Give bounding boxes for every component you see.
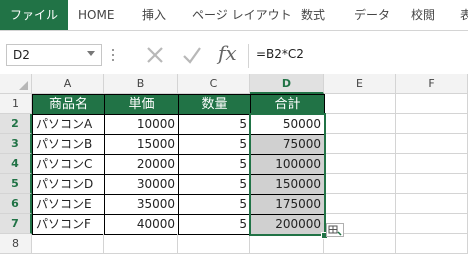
selected-cell[interactable]: 100000 [250, 154, 325, 175]
empty-cell[interactable] [396, 174, 468, 194]
quick-analysis-button[interactable] [326, 223, 344, 237]
empty-cell[interactable] [324, 234, 396, 254]
active-cell-d2[interactable]: 50000 [250, 114, 325, 135]
empty-cell[interactable] [396, 214, 468, 234]
empty-cell[interactable] [324, 94, 396, 114]
column-header-f[interactable]: F [396, 74, 468, 94]
close-icon[interactable] [143, 43, 167, 67]
chevron-down-icon[interactable] [87, 51, 95, 56]
name-box[interactable]: D2 [6, 44, 102, 66]
empty-cell[interactable] [324, 154, 396, 174]
table-cell[interactable]: パソコンF [32, 214, 105, 235]
row-header-5[interactable]: 5 [0, 174, 32, 194]
insert-function-icon[interactable]: fx [218, 41, 237, 65]
selected-cell[interactable]: 175000 [250, 194, 325, 215]
quick-analysis-icon [328, 225, 342, 236]
empty-cell[interactable] [104, 234, 178, 254]
formula-divider [248, 44, 249, 68]
table-cell[interactable]: 5 [178, 214, 251, 235]
empty-cell[interactable] [324, 174, 396, 194]
ribbon-gap [0, 31, 468, 41]
row-header-2[interactable]: 2 [0, 114, 32, 134]
empty-cell[interactable] [396, 114, 468, 134]
tab-insert[interactable]: 挿入 [142, 0, 166, 30]
table-cell[interactable]: 30000 [104, 174, 179, 195]
empty-cell[interactable] [324, 114, 396, 134]
column-header-d[interactable]: D [250, 74, 324, 94]
empty-cell[interactable] [396, 234, 468, 254]
table-cell[interactable]: 20000 [104, 154, 179, 175]
checkmark-icon[interactable] [180, 43, 204, 67]
table-cell[interactable]: 5 [178, 134, 251, 155]
ribbon-tabs: ファイル HOME 挿入 ページ レイアウト 数式 データ 校閲 表 [0, 0, 468, 31]
empty-cell[interactable] [324, 134, 396, 154]
row-header-7[interactable]: 7 [0, 214, 32, 234]
table-cell[interactable]: 10000 [104, 114, 179, 135]
empty-cell[interactable] [396, 134, 468, 154]
tab-page-layout[interactable]: ページ レイアウト [192, 0, 292, 30]
selected-cell[interactable]: 200000 [250, 214, 325, 235]
row-header-4[interactable]: 4 [0, 154, 32, 174]
tab-data[interactable]: データ [354, 0, 390, 30]
table-cell[interactable]: 15000 [104, 134, 179, 155]
tab-view[interactable]: 表 [460, 0, 468, 30]
empty-cell[interactable] [324, 194, 396, 214]
tab-review[interactable]: 校閲 [411, 0, 435, 30]
table-header-total[interactable]: 合計 [250, 94, 325, 115]
row-header-3[interactable]: 3 [0, 134, 32, 154]
column-header-b[interactable]: B [104, 74, 178, 94]
table-cell[interactable]: 5 [178, 154, 251, 175]
table-cell[interactable]: 5 [178, 174, 251, 195]
formula-bar: D2 fx =B2*C2 [0, 41, 468, 71]
table-cell[interactable]: パソコンD [32, 174, 105, 195]
empty-cell[interactable] [32, 234, 104, 254]
empty-cell[interactable] [396, 154, 468, 174]
table-header-product[interactable]: 商品名 [32, 94, 105, 115]
empty-cell[interactable] [250, 234, 324, 254]
empty-cell[interactable] [178, 234, 250, 254]
column-header-a[interactable]: A [32, 74, 104, 94]
row-header-1[interactable]: 1 [0, 94, 32, 114]
table-cell[interactable]: 40000 [104, 214, 179, 235]
table-cell[interactable]: 5 [178, 194, 251, 215]
table-header-quantity[interactable]: 数量 [178, 94, 251, 115]
row-header-8[interactable]: 8 [0, 234, 32, 254]
tab-formulas[interactable]: 数式 [301, 0, 325, 30]
table-cell[interactable]: パソコンC [32, 154, 105, 175]
row-header-6[interactable]: 6 [0, 194, 32, 214]
table-cell[interactable]: 35000 [104, 194, 179, 215]
empty-cell[interactable] [396, 94, 468, 114]
table-cell[interactable]: パソコンB [32, 134, 105, 155]
select-all-corner[interactable] [0, 74, 32, 94]
column-header-e[interactable]: E [324, 74, 396, 94]
formula-input[interactable]: =B2*C2 [256, 47, 304, 61]
column-header-c[interactable]: C [178, 74, 250, 94]
selected-cell[interactable]: 75000 [250, 134, 325, 155]
table-cell[interactable]: パソコンA [32, 114, 105, 135]
drag-handle-icon[interactable] [112, 49, 115, 63]
empty-cell[interactable] [396, 194, 468, 214]
tab-file[interactable]: ファイル [0, 0, 69, 30]
table-header-price[interactable]: 単価 [104, 94, 179, 115]
selected-cell[interactable]: 150000 [250, 174, 325, 195]
table-cell[interactable]: 5 [178, 114, 251, 135]
name-box-value: D2 [13, 48, 30, 62]
table-cell[interactable]: パソコンE [32, 194, 105, 215]
tab-home[interactable]: HOME [78, 0, 114, 30]
